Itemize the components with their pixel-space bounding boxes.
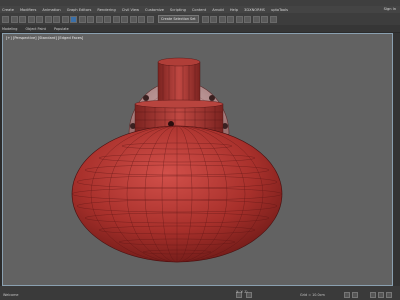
main-toolbar: Create Selection Set bbox=[0, 13, 400, 25]
link-icon[interactable] bbox=[19, 15, 26, 23]
region-select-icon[interactable] bbox=[61, 15, 69, 23]
menu-item-graph-editors[interactable]: Graph Editors bbox=[67, 8, 92, 12]
stop-icon[interactable] bbox=[352, 292, 358, 298]
unlink-icon[interactable] bbox=[27, 15, 35, 23]
reference-coord-icon[interactable] bbox=[95, 15, 103, 23]
schematic-view-icon[interactable] bbox=[235, 15, 243, 23]
render-icon[interactable] bbox=[269, 15, 277, 23]
menu-item-uptotools[interactable]: uptoTools bbox=[271, 8, 288, 12]
spinner-snap-icon[interactable] bbox=[138, 15, 145, 23]
undo-icon[interactable] bbox=[2, 15, 9, 23]
coordinate-readout: X: Y: Z: bbox=[236, 290, 248, 294]
scale-icon[interactable] bbox=[87, 15, 94, 23]
menu-item-create[interactable]: Create bbox=[2, 8, 14, 12]
percent-snap-icon[interactable] bbox=[129, 15, 137, 23]
material-editor-icon[interactable] bbox=[244, 15, 252, 23]
perspective-viewport[interactable]: [+] [Perspective] [Standard] [Edged Face… bbox=[2, 33, 393, 286]
selection-set-dropdown[interactable]: Create Selection Set bbox=[158, 15, 199, 23]
select-object-icon[interactable] bbox=[44, 15, 52, 23]
rotate-icon[interactable] bbox=[78, 15, 86, 23]
pivot-icon[interactable] bbox=[104, 15, 111, 23]
tab-populate[interactable]: Populate bbox=[54, 27, 69, 31]
redo-icon[interactable] bbox=[10, 15, 18, 23]
menu-item-civil-view[interactable]: Civil View bbox=[122, 8, 139, 12]
menu-item-help[interactable]: Help bbox=[230, 8, 238, 12]
maximize-viewport-icon[interactable] bbox=[386, 292, 392, 298]
snap-icon[interactable] bbox=[112, 15, 120, 23]
grid-readout: Grid = 10.0cm bbox=[300, 293, 325, 297]
menu-item-content[interactable]: Content bbox=[192, 8, 206, 12]
orbit-icon[interactable] bbox=[378, 292, 384, 298]
mirror-icon[interactable] bbox=[201, 15, 209, 23]
status-text: Welcome bbox=[3, 293, 19, 297]
ribbon-tabs: Modeling Object Paint Populate bbox=[0, 25, 400, 32]
menu-item-modifiers[interactable]: Modifiers bbox=[20, 8, 36, 12]
zoom-icon[interactable] bbox=[370, 292, 376, 298]
menu-item-arnold[interactable]: Arnold bbox=[212, 8, 224, 12]
edit-named-selection-icon[interactable] bbox=[146, 15, 154, 23]
viewport-side-strip bbox=[393, 33, 400, 286]
layer-explorer-icon[interactable] bbox=[218, 15, 226, 23]
menu-bar: Create Modifiers Animation Graph Editors… bbox=[0, 6, 400, 13]
tab-modeling[interactable]: Modeling bbox=[2, 27, 17, 31]
viewport-render bbox=[71, 57, 283, 263]
cap-stem bbox=[157, 57, 201, 105]
menu-item-3dxnorms[interactable]: 3DXNORMS bbox=[244, 8, 265, 12]
play-icon[interactable] bbox=[344, 292, 350, 298]
menu-item-rendering[interactable]: Rendering bbox=[97, 8, 115, 12]
bind-icon[interactable] bbox=[36, 15, 43, 23]
tab-object-paint[interactable]: Object Paint bbox=[25, 27, 46, 31]
render-setup-icon[interactable] bbox=[252, 15, 260, 23]
viewport-label[interactable]: [+] [Perspective] [Standard] [Edged Face… bbox=[6, 36, 83, 40]
select-by-name-icon[interactable] bbox=[53, 15, 60, 23]
angle-snap-icon[interactable] bbox=[121, 15, 128, 23]
render-frame-icon[interactable] bbox=[261, 15, 269, 23]
sign-in-link[interactable]: Sign In bbox=[384, 7, 396, 11]
align-icon[interactable] bbox=[210, 15, 218, 23]
glass-shade bbox=[71, 125, 283, 263]
menu-item-scripting[interactable]: Scripting bbox=[170, 8, 186, 12]
menu-item-animation[interactable]: Animation bbox=[42, 8, 60, 12]
menu-item-customize[interactable]: Customize bbox=[145, 8, 164, 12]
curve-editor-icon[interactable] bbox=[227, 15, 235, 23]
move-icon[interactable] bbox=[70, 15, 77, 23]
status-bar: Welcome X: Y: Z: Grid = 10.0cm bbox=[0, 286, 400, 300]
